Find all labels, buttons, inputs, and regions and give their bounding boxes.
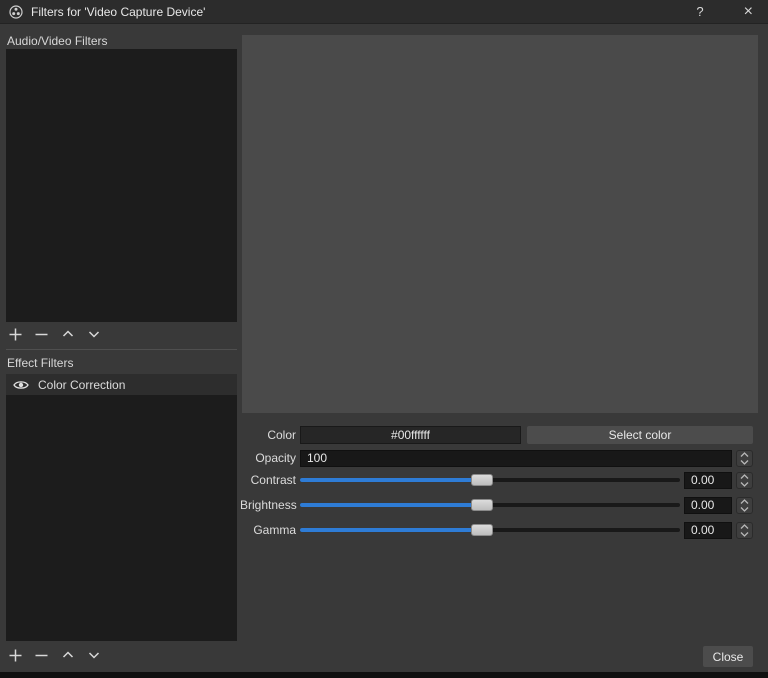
window-close-button[interactable]: ×	[744, 3, 753, 20]
gamma-value: 0.00	[691, 523, 715, 537]
audio-video-filters-header: Audio/Video Filters	[7, 34, 108, 48]
color-value-swatch[interactable]: #00ffffff	[300, 426, 521, 444]
chevron-up-icon	[61, 327, 75, 341]
gamma-label: Gamma	[253, 523, 296, 537]
move-filter-down-button[interactable]	[84, 325, 103, 344]
effect-filters-list[interactable]: Color Correction	[6, 374, 237, 641]
spinner-down-icon	[740, 481, 749, 487]
chevron-down-icon	[87, 327, 101, 341]
brightness-label: Brightness	[240, 498, 297, 512]
minus-icon	[34, 327, 49, 342]
slider-handle[interactable]	[471, 524, 494, 536]
slider-fill	[300, 478, 483, 482]
contrast-value: 0.00	[691, 473, 715, 487]
chevron-down-icon	[87, 648, 101, 662]
contrast-spinner[interactable]	[736, 471, 753, 489]
gamma-row: Gamma 0.00	[240, 521, 753, 539]
color-row: Color #00ffffff Select color	[240, 426, 753, 444]
contrast-input[interactable]: 0.00	[684, 471, 732, 489]
window-title: Filters for 'Video Capture Device'	[31, 4, 206, 19]
effect-filters-toolbar	[6, 645, 237, 665]
spinner-up-icon	[740, 473, 749, 480]
opacity-label: Opacity	[255, 451, 296, 465]
plus-icon	[8, 327, 23, 342]
filter-list-item-color-correction[interactable]: Color Correction	[6, 374, 237, 395]
minus-icon	[34, 648, 49, 663]
slider-fill	[300, 503, 483, 507]
move-effect-filter-down-button[interactable]	[84, 646, 103, 665]
remove-effect-filter-button[interactable]	[32, 646, 51, 665]
opacity-row: Opacity 100	[240, 449, 753, 467]
gamma-slider[interactable]	[300, 521, 680, 539]
spinner-down-icon	[740, 459, 749, 465]
plus-icon	[8, 648, 23, 663]
contrast-slider[interactable]	[300, 471, 680, 489]
color-value-text: #00ffffff	[391, 428, 430, 442]
close-button[interactable]: Close	[703, 646, 753, 667]
select-color-button[interactable]: Select color	[527, 426, 753, 444]
spinner-up-icon	[740, 523, 749, 530]
opacity-value: 100	[307, 451, 328, 465]
add-filter-button[interactable]	[6, 325, 25, 344]
move-filter-up-button[interactable]	[58, 325, 77, 344]
slider-fill	[300, 528, 483, 532]
remove-filter-button[interactable]	[32, 325, 51, 344]
brightness-value: 0.00	[691, 498, 715, 512]
audio-video-filters-toolbar	[6, 324, 237, 344]
gamma-spinner[interactable]	[736, 521, 753, 539]
spinner-down-icon	[740, 531, 749, 537]
brightness-slider[interactable]	[300, 496, 680, 514]
spinner-up-icon	[740, 498, 749, 505]
chevron-up-icon	[61, 648, 75, 662]
audio-video-filters-list[interactable]	[6, 49, 237, 322]
brightness-row: Brightness 0.00	[240, 496, 753, 514]
filter-item-label: Color Correction	[38, 377, 126, 392]
opacity-input[interactable]: 100	[300, 449, 732, 467]
effect-filters-header: Effect Filters	[7, 356, 74, 370]
bottom-strip	[0, 672, 768, 678]
slider-handle[interactable]	[471, 499, 494, 511]
help-button[interactable]: ?	[696, 4, 703, 19]
contrast-label: Contrast	[250, 473, 296, 487]
slider-handle[interactable]	[471, 474, 494, 486]
panel-divider	[6, 349, 237, 350]
filter-preview-area	[242, 35, 758, 413]
move-effect-filter-up-button[interactable]	[58, 646, 77, 665]
gamma-input[interactable]: 0.00	[684, 521, 732, 539]
spinner-down-icon	[740, 506, 749, 512]
spinner-up-icon	[740, 451, 749, 458]
brightness-spinner[interactable]	[736, 496, 753, 514]
contrast-row: Contrast 0.00	[240, 471, 753, 489]
titlebar: Filters for 'Video Capture Device' ? ×	[0, 0, 768, 24]
eye-visible-icon[interactable]	[13, 379, 29, 391]
obs-logo-icon	[9, 4, 23, 19]
add-effect-filter-button[interactable]	[6, 646, 25, 665]
brightness-input[interactable]: 0.00	[684, 496, 732, 514]
opacity-spinner[interactable]	[736, 449, 753, 467]
color-label: Color	[267, 428, 296, 442]
